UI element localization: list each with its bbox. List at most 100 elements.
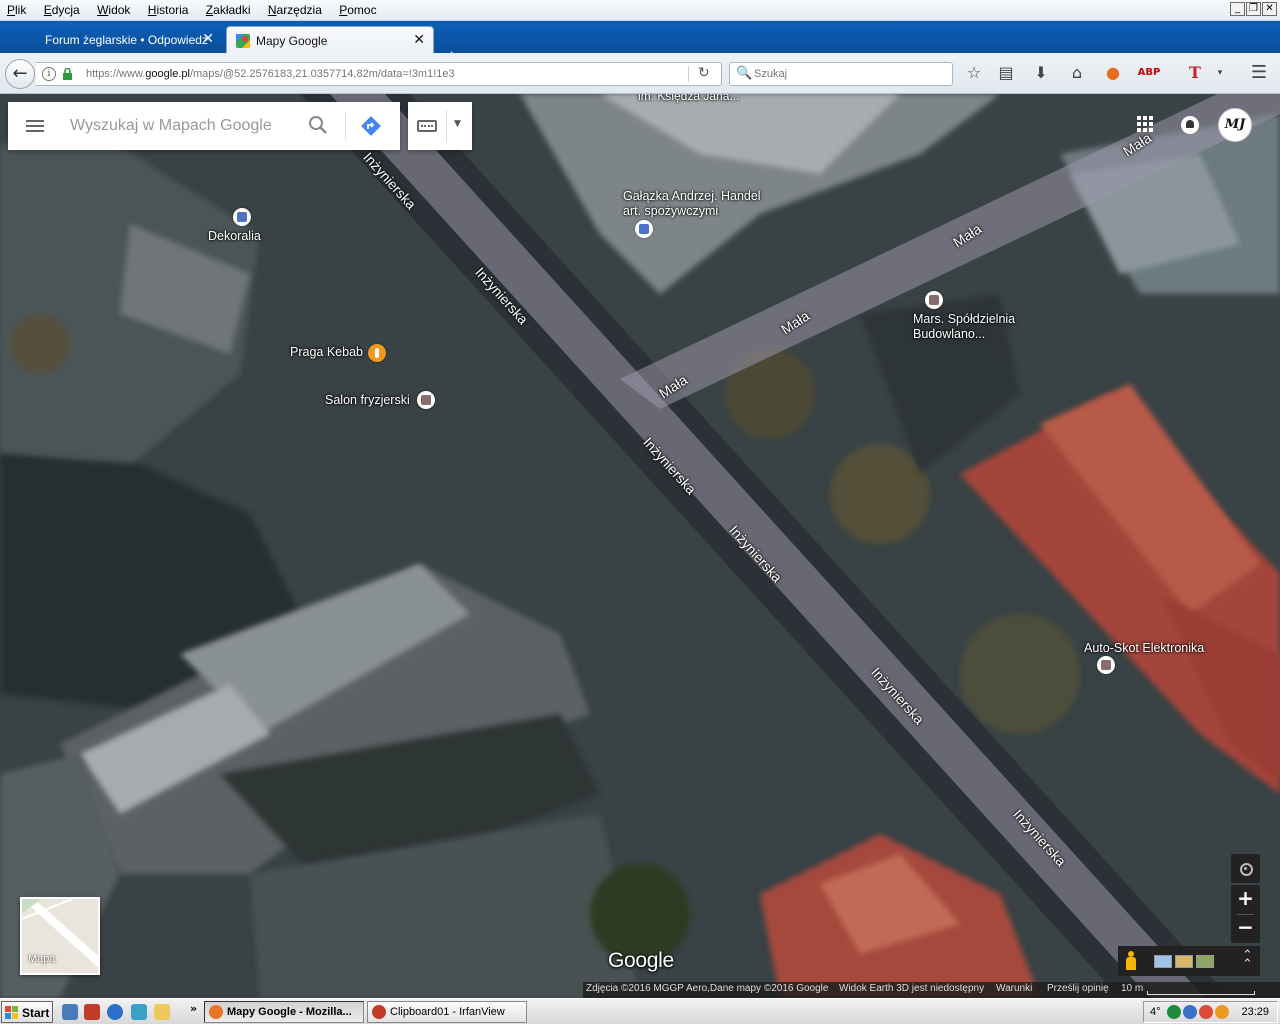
back-button[interactable]: ←	[5, 59, 35, 89]
browser-quick-icon[interactable]	[107, 1004, 123, 1020]
tab-title: Forum żeglarskie • Odpowiedz	[45, 33, 208, 47]
menu-zakladki[interactable]: Zakładki	[199, 0, 258, 20]
tray-network-icon[interactable]	[1183, 1005, 1197, 1019]
zoom-in-button[interactable]: +	[1231, 885, 1260, 914]
poi-praga-kebab[interactable]: Praga Kebab	[290, 345, 363, 360]
browser-search-bar[interactable]: 🔍	[729, 62, 953, 86]
reload-icon[interactable]: ↻	[698, 65, 710, 81]
tab-title: Mapy Google	[256, 34, 328, 48]
layer-thumb-sky-icon[interactable]	[1154, 955, 1172, 968]
poi-galazka-line1[interactable]: Gałązka Andrzej. Handel	[623, 189, 761, 204]
poi-generic-marker-icon[interactable]	[1097, 656, 1115, 674]
site-info-icon[interactable]: i	[42, 67, 56, 81]
terms-link[interactable]: Warunki	[996, 983, 1032, 994]
maps-search-input[interactable]	[70, 116, 300, 136]
feedback-link[interactable]: Prześlij opinię	[1047, 983, 1109, 994]
poi-dekoralia[interactable]: Dekoralia	[208, 229, 261, 244]
google-maps-favicon-icon	[236, 34, 250, 48]
attribution-imagery: Zdjęcia ©2016 MGGP Aero,Dane mapy ©2016 …	[586, 983, 829, 994]
scale-bar	[1147, 991, 1255, 995]
irfanview-quick-icon[interactable]	[84, 1004, 100, 1020]
downloads-icon[interactable]: ⬇	[1029, 62, 1053, 86]
street-label-ksiedza: im. Księdza Jana...	[638, 94, 740, 103]
home-icon[interactable]: ⌂	[1065, 62, 1089, 86]
poi-auto-skot[interactable]: Auto-Skot Elektronika	[1084, 641, 1204, 656]
bookmark-star-icon[interactable]: ☆	[962, 62, 986, 86]
reading-list-icon[interactable]: ▤	[994, 62, 1018, 86]
notifications-bell-icon[interactable]	[1181, 116, 1199, 134]
tray-update-icon[interactable]	[1215, 1005, 1229, 1019]
chevron-down-icon[interactable]: ▾	[1208, 62, 1232, 86]
chevron-down-icon[interactable]: ▼	[454, 119, 461, 129]
poi-galazka-line2[interactable]: art. spożywczymi	[623, 204, 718, 219]
task-label: Mapy Google - Mozilla...	[227, 1006, 352, 1018]
zoom-out-button[interactable]: −	[1231, 914, 1260, 943]
avatar[interactable]: MJ	[1218, 108, 1252, 142]
task-label: Clipboard01 - IrfanView	[390, 1006, 505, 1018]
system-tray: 4° 23:29	[1143, 1001, 1278, 1023]
input-tools-divider	[446, 110, 447, 142]
layer-thumb-terrain-icon[interactable]	[1196, 955, 1214, 968]
menu-edycja[interactable]: Edycja	[37, 0, 87, 20]
tab-close-icon[interactable]: ✕	[413, 32, 425, 48]
app-quick-icon[interactable]	[131, 1004, 147, 1020]
poi-salon-fryzjerski[interactable]: Salon fryzjerski	[325, 393, 410, 408]
shopping-bag-icon[interactable]	[233, 208, 251, 226]
restore-button[interactable]: ❐	[1246, 2, 1261, 16]
google-logo: Google	[608, 949, 674, 972]
search-engine-icon[interactable]: 🔍	[736, 66, 752, 82]
shopping-cart-icon[interactable]	[635, 220, 653, 238]
apps-grid-icon[interactable]	[1137, 116, 1153, 132]
menu-pomoc[interactable]: Pomoc	[332, 0, 383, 20]
folder-quick-icon[interactable]	[154, 1004, 170, 1020]
tray-shield-icon[interactable]	[1167, 1005, 1181, 1019]
directions-icon[interactable]	[360, 115, 382, 137]
translate-t-icon[interactable]: T	[1183, 62, 1207, 86]
poi-mars-line1[interactable]: Mars. Spółdzielnia	[913, 312, 1015, 327]
hamburger-menu-icon[interactable]: ☰	[1247, 62, 1271, 86]
search-icon[interactable]	[308, 115, 328, 135]
poi-generic-marker-icon[interactable]	[417, 391, 435, 409]
poi-mars-line2[interactable]: Budowlano...	[913, 327, 985, 342]
adblock-plus-icon[interactable]: ABP	[1137, 62, 1161, 86]
pegman-icon[interactable]	[1126, 951, 1136, 971]
search-divider	[345, 112, 346, 140]
temperature: 4°	[1150, 1006, 1161, 1018]
menu-narzedzia[interactable]: Narzędzia	[261, 0, 329, 20]
url-bar[interactable]: i https://www.google.pl/maps/@52.2576183…	[36, 62, 722, 86]
hamburger-menu-icon[interactable]	[26, 120, 44, 132]
tray-app-icon[interactable]	[1199, 1005, 1213, 1019]
browser-search-input[interactable]	[754, 66, 944, 82]
show-desktop-icon[interactable]	[62, 1004, 78, 1020]
close-window-button[interactable]: ✕	[1262, 2, 1277, 16]
start-button[interactable]: Start	[1, 1001, 53, 1023]
restaurant-icon[interactable]	[368, 344, 386, 362]
menu-historia[interactable]: Historia	[141, 0, 196, 20]
tab-maps[interactable]: Mapy Google ✕	[226, 26, 434, 53]
taskbar-task-irfanview[interactable]: Clipboard01 - IrfanView	[367, 1001, 527, 1023]
map-canvas[interactable]: Inżynierska Inżynierska Inżynierska Inży…	[0, 94, 1280, 998]
navigation-bar: ← i https://www.google.pl/maps/@52.25761…	[0, 53, 1280, 94]
zoom-controls: + −	[1231, 885, 1260, 943]
menu-plik[interactable]: Plik	[0, 0, 33, 20]
my-location-button[interactable]	[1231, 854, 1260, 883]
scale-label[interactable]: 10 m	[1121, 983, 1143, 994]
tab-close-icon[interactable]: ✕	[202, 31, 214, 47]
minimize-button[interactable]: _	[1230, 2, 1245, 16]
taskbar-more-button[interactable]: »	[190, 1002, 197, 1015]
url-text: https://www.google.pl/maps/@52.2576183,2…	[86, 68, 455, 80]
tab-forum[interactable]: Forum żeglarskie • Odpowiedz ✕	[30, 26, 222, 53]
layer-thumb-photo-icon[interactable]	[1175, 955, 1193, 968]
taskbar-task-firefox[interactable]: Mapy Google - Mozilla...	[204, 1001, 364, 1023]
poi-generic-marker-icon[interactable]	[925, 291, 943, 309]
lock-icon	[63, 68, 72, 80]
menu-widok[interactable]: Widok	[90, 0, 137, 20]
layers-bar: ⌃ ⌃	[1118, 946, 1260, 976]
window-controls: _ ❐ ✕	[1230, 2, 1277, 16]
duckduckgo-icon[interactable]: ●	[1101, 62, 1125, 86]
earth-unavailable-link[interactable]: Widok Earth 3D jest niedostępny	[839, 983, 984, 994]
taskbar: Start » Mapy Google - Mozilla... Clipboa…	[0, 998, 1280, 1024]
chevron-up-icon[interactable]: ⌃ ⌃	[1242, 949, 1253, 971]
keyboard-icon[interactable]	[417, 120, 437, 132]
minimap-layer-toggle[interactable]: Mapa	[20, 897, 100, 975]
